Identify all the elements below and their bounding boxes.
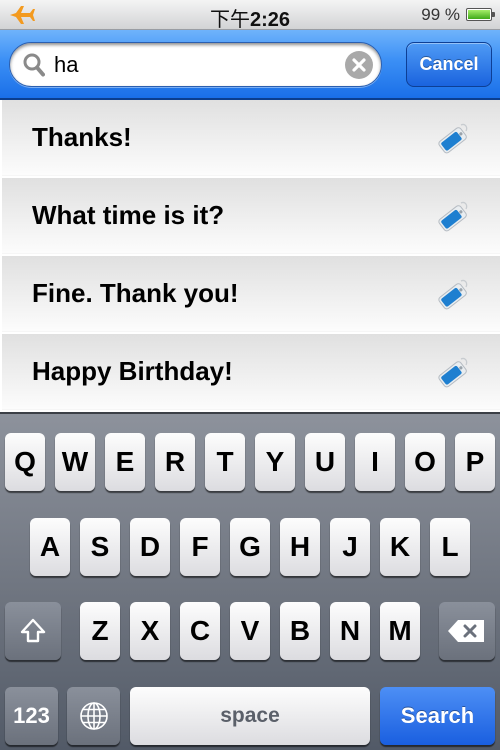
key-p[interactable]: P (455, 433, 495, 491)
clear-button[interactable] (345, 51, 373, 79)
key-o[interactable]: O (405, 433, 445, 491)
numbers-key[interactable]: 123 (5, 687, 58, 745)
backspace-key[interactable] (439, 602, 495, 660)
phrase-text: Thanks! (32, 122, 132, 152)
key-w[interactable]: W (55, 433, 95, 491)
keyboard: Q W E R T Y U I O P A S D F G H J K L Z … (0, 412, 500, 750)
globe-key[interactable] (67, 687, 120, 745)
phrase-text: What time is it? (32, 200, 225, 230)
globe-icon (79, 702, 108, 730)
key-k[interactable]: K (380, 518, 420, 576)
key-u[interactable]: U (305, 433, 345, 491)
key-c[interactable]: C (180, 602, 220, 660)
battery-percent: 99 % (421, 5, 460, 24)
phrase-text: Happy Birthday! (32, 356, 233, 386)
results-list: Thanks! What time is it? Fine. Thank you… (0, 100, 500, 412)
key-t[interactable]: T (205, 433, 245, 491)
battery-fill (468, 10, 490, 19)
key-y[interactable]: Y (255, 433, 295, 491)
list-item[interactable]: Fine. Thank you! (2, 256, 500, 332)
key-e[interactable]: E (105, 433, 145, 491)
tag-icon[interactable] (434, 353, 472, 391)
shift-key[interactable] (5, 602, 61, 660)
battery-nub (492, 12, 495, 17)
time-period: 下午 (209, 7, 250, 31)
cancel-button[interactable]: Cancel (406, 42, 492, 87)
key-g[interactable]: G (230, 518, 270, 576)
clock: 2:26 (249, 9, 291, 31)
list-item[interactable]: What time is it? (2, 178, 500, 254)
tag-icon[interactable] (434, 197, 472, 235)
key-r[interactable]: R (155, 433, 195, 491)
key-i[interactable]: I (355, 433, 395, 491)
clear-icon (352, 58, 366, 72)
magnifier-icon (23, 53, 45, 77)
backspace-icon (448, 620, 484, 642)
key-m[interactable]: M (380, 602, 420, 660)
key-a[interactable]: A (30, 518, 70, 576)
list-item[interactable]: Thanks! (2, 100, 500, 176)
key-x[interactable]: X (130, 602, 170, 660)
space-key[interactable]: space (130, 687, 370, 745)
key-f[interactable]: F (180, 518, 220, 576)
tag-icon[interactable] (434, 119, 472, 157)
shift-icon (20, 618, 46, 643)
list-item[interactable]: Happy Birthday! (2, 334, 500, 410)
search-field[interactable] (9, 42, 382, 87)
phrase-text: Fine. Thank you! (32, 278, 239, 308)
key-h[interactable]: H (280, 518, 320, 576)
key-b[interactable]: B (280, 602, 320, 660)
battery-icon (466, 8, 495, 21)
search-bar: Cancel (0, 30, 500, 100)
key-d[interactable]: D (130, 518, 170, 576)
status-bar: 下午2:26 99 % (0, 0, 500, 31)
key-v[interactable]: V (230, 602, 270, 660)
key-j[interactable]: J (330, 518, 370, 576)
key-q[interactable]: Q (5, 433, 45, 491)
search-input[interactable] (54, 51, 334, 79)
search-key[interactable]: Search (380, 687, 495, 745)
key-z[interactable]: Z (80, 602, 120, 660)
key-n[interactable]: N (330, 602, 370, 660)
key-s[interactable]: S (80, 518, 120, 576)
key-l[interactable]: L (430, 518, 470, 576)
tag-icon[interactable] (434, 275, 472, 313)
